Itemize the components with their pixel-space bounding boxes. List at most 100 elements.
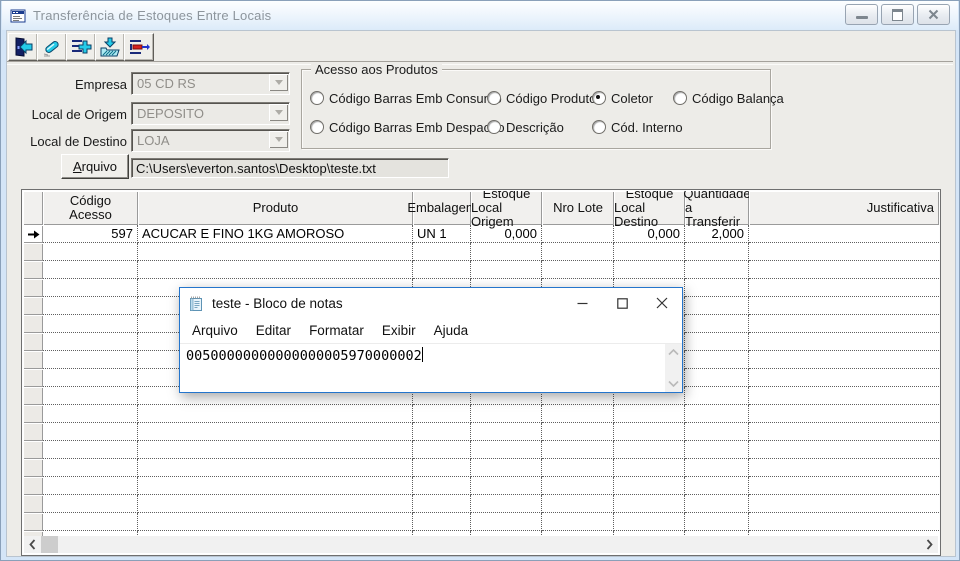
- arquivo-path-field[interactable]: C:\Users\everton.santos\Desktop\teste.tx…: [131, 158, 449, 178]
- origem-combobox: DEPOSITO: [131, 102, 290, 125]
- restore-icon: [892, 8, 903, 21]
- radio-icon: [310, 91, 324, 105]
- cell-estoque-origem[interactable]: 0,000: [471, 225, 542, 243]
- table-row[interactable]: 597 ACUCAR E FINO 1KG AMOROSO UN 1 0,000…: [23, 225, 939, 243]
- notepad-maximize-button[interactable]: [602, 288, 642, 318]
- cell-codigo[interactable]: 597: [43, 225, 138, 243]
- arquivo-button[interactable]: Arquivo: [61, 154, 129, 179]
- row-indicator: [23, 441, 43, 459]
- notepad-close-button[interactable]: [642, 288, 682, 318]
- empresa-label: Empresa: [74, 77, 127, 92]
- row-indicator: [23, 387, 43, 405]
- header-codigo-acesso: Código Acesso: [43, 191, 138, 225]
- notepad-minimize-icon: [577, 302, 587, 304]
- scroll-left-button[interactable]: [24, 536, 41, 553]
- import-file-icon: [100, 37, 120, 57]
- empresa-dropdown-icon: [269, 74, 288, 91]
- row-indicator: [23, 477, 43, 495]
- scroll-up-icon: [668, 349, 679, 356]
- header-quantidade: Quantidade a Transferir: [683, 191, 751, 229]
- close-button[interactable]: [917, 4, 950, 25]
- radio-codigo-balanca[interactable]: Código Balança: [673, 91, 784, 106]
- row-indicator: [23, 279, 43, 297]
- menu-formatar[interactable]: Formatar: [300, 323, 373, 338]
- notepad-titlebar[interactable]: teste - Bloco de notas: [180, 288, 682, 318]
- cell-embalagem[interactable]: UN 1: [413, 225, 471, 243]
- row-indicator: [23, 261, 43, 279]
- empty-grid-row: [23, 423, 939, 441]
- notepad-window: teste - Bloco de notas Arquivo Editar Fo…: [179, 287, 683, 393]
- notepad-minimize-button[interactable]: [562, 288, 602, 318]
- row-indicator: [23, 423, 43, 441]
- empty-grid-row: [23, 261, 939, 279]
- notepad-title: teste - Bloco de notas: [212, 295, 343, 311]
- scroll-left-icon: [29, 539, 36, 550]
- horizontal-scrollbar[interactable]: [24, 536, 938, 553]
- clear-button[interactable]: [37, 33, 67, 61]
- header-embalagem: Embalagem: [407, 191, 477, 225]
- restore-button[interactable]: [881, 4, 914, 25]
- window-title: Transferência de Estoques Entre Locais: [33, 8, 272, 23]
- row-indicator: [23, 315, 43, 333]
- header-justificativa: Justificativa: [749, 191, 939, 225]
- row-arrow-icon: [27, 230, 39, 238]
- eraser-icon: [43, 41, 59, 57]
- radio-descricao[interactable]: Descrição: [487, 120, 564, 135]
- minimize-icon: [855, 16, 868, 19]
- export-post-button[interactable]: [124, 33, 154, 61]
- row-indicator: [23, 405, 43, 423]
- cell-estoque-destino[interactable]: 0,000: [614, 225, 685, 243]
- cell-nro-lote[interactable]: [542, 225, 614, 243]
- import-file-button[interactable]: [95, 33, 125, 61]
- radio-codigo-barras-emb-consumo[interactable]: Código Barras Emb Consumo: [310, 91, 502, 106]
- row-indicator: [23, 297, 43, 315]
- header-nro-lote: Nro Lote: [542, 191, 614, 225]
- close-icon: [928, 9, 939, 20]
- radio-coletor[interactable]: Coletor: [592, 91, 653, 106]
- scroll-down-icon: [668, 380, 679, 387]
- titlebar[interactable]: Transferência de Estoques Entre Locais: [2, 1, 958, 30]
- exit-door-icon: [15, 37, 33, 57]
- radio-codigo-barras-emb-despacho[interactable]: Código Barras Emb Despacho: [310, 120, 505, 135]
- cell-produto[interactable]: ACUCAR E FINO 1KG AMOROSO: [138, 225, 413, 243]
- add-records-button[interactable]: [66, 33, 96, 61]
- menu-ajuda[interactable]: Ajuda: [425, 323, 478, 338]
- destino-dropdown-icon: [269, 131, 288, 148]
- text-caret: [421, 347, 423, 362]
- notepad-menubar: Arquivo Editar Formatar Exibir Ajuda: [180, 318, 682, 344]
- menu-editar[interactable]: Editar: [247, 323, 300, 338]
- notepad-text-area[interactable]: 00500000000000000005970000002: [180, 344, 682, 392]
- row-indicator: [23, 243, 43, 261]
- app-icon: [10, 8, 26, 24]
- cell-justificativa[interactable]: [749, 225, 939, 243]
- row-indicator: [23, 369, 43, 387]
- cell-quantidade[interactable]: 2,000: [685, 225, 749, 243]
- menu-exibir[interactable]: Exibir: [373, 323, 425, 338]
- origem-label: Local de Origem: [31, 107, 127, 122]
- notepad-close-icon: [656, 297, 668, 309]
- exit-button[interactable]: [8, 33, 38, 61]
- notepad-vertical-scrollbar[interactable]: [665, 344, 682, 392]
- empty-grid-row: [23, 477, 939, 495]
- empty-grid-row: [23, 495, 939, 513]
- empty-grid-row: [23, 405, 939, 423]
- radio-selected-icon: [592, 91, 606, 105]
- current-row-indicator: [23, 225, 43, 243]
- menu-arquivo[interactable]: Arquivo: [183, 323, 247, 338]
- header-indicator: [23, 191, 43, 225]
- toolbar-divider: [7, 61, 953, 65]
- radio-codigo-produto[interactable]: Código Produto: [487, 91, 596, 106]
- scroll-right-button[interactable]: [921, 536, 938, 553]
- scrollbar-thumb[interactable]: [41, 536, 58, 553]
- radio-icon: [487, 91, 501, 105]
- notepad-maximize-icon: [616, 297, 628, 309]
- row-indicator: [23, 459, 43, 477]
- header-estoque-destino: Estoque Local Destino: [614, 191, 685, 229]
- empty-grid-row: [23, 513, 939, 531]
- empty-grid-row: [23, 441, 939, 459]
- add-records-icon: [72, 40, 92, 54]
- minimize-button[interactable]: [845, 4, 878, 25]
- notepad-icon: [188, 295, 205, 312]
- radio-cod-interno[interactable]: Cód. Interno: [592, 120, 683, 135]
- toolbar: [7, 31, 953, 61]
